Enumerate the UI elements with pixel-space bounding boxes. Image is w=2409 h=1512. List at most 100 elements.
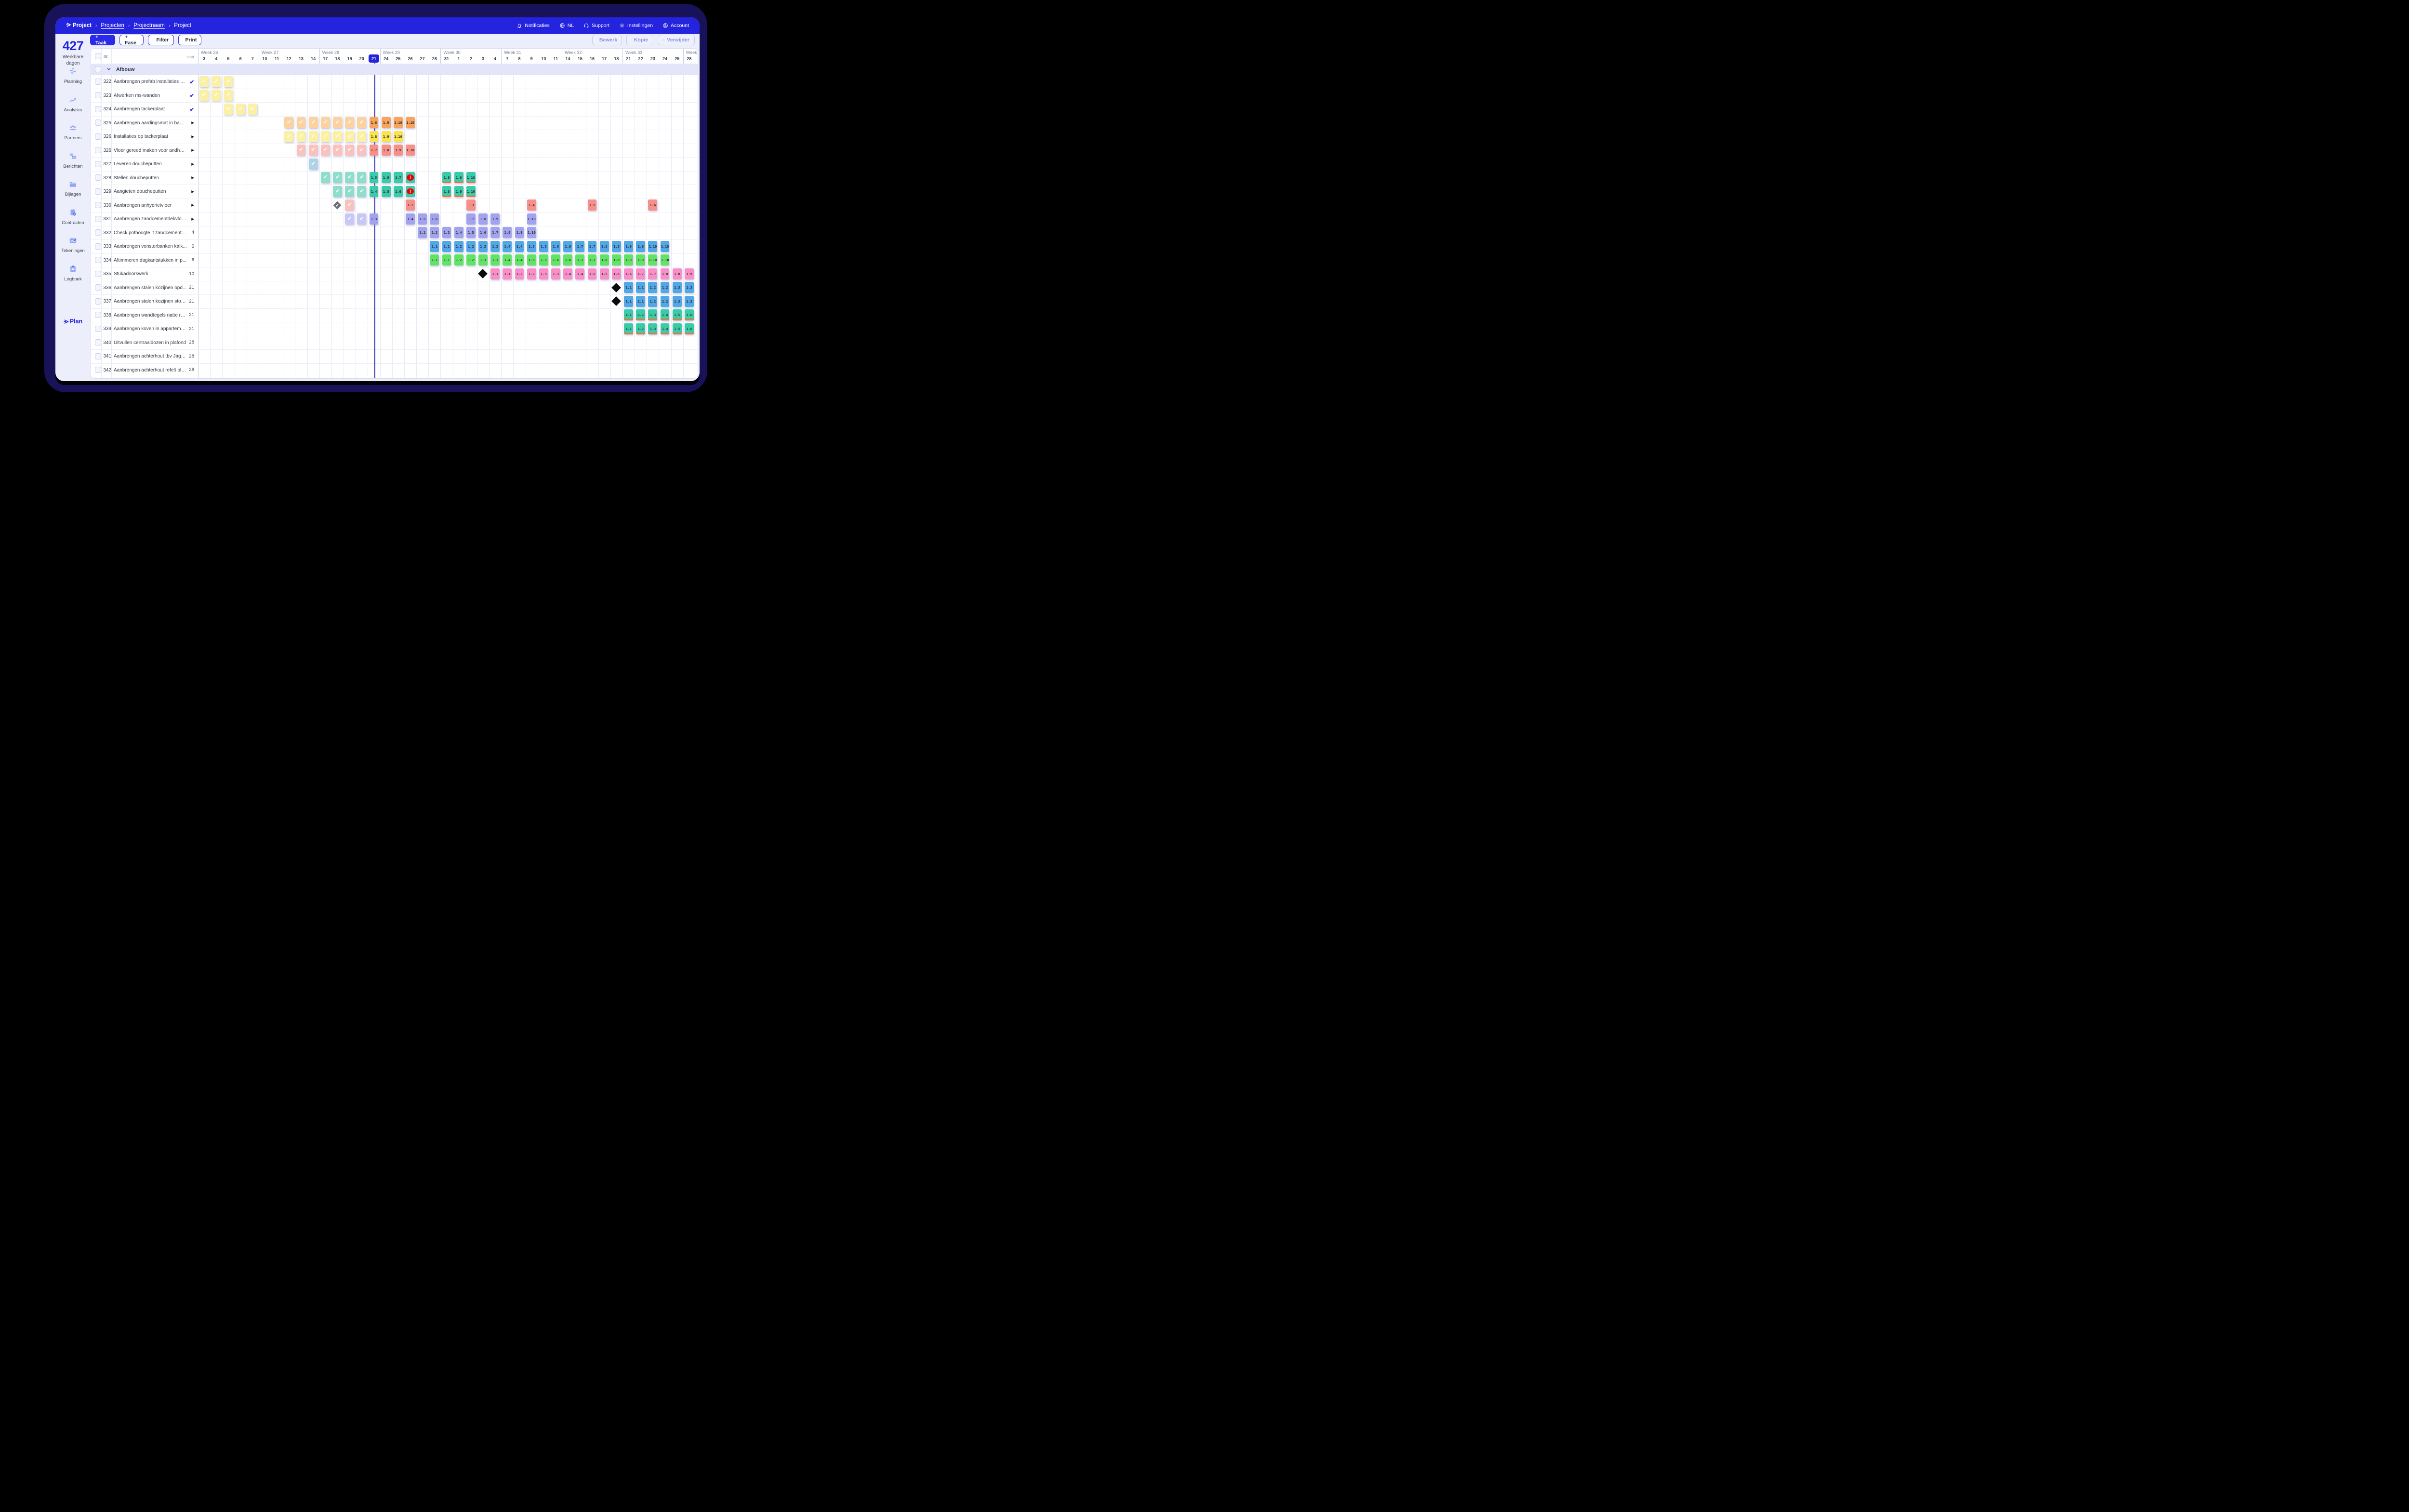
gantt-cell-label[interactable]: 1.2 [454,240,463,252]
gantt-cell-label[interactable]: 1.2 [406,199,415,211]
gantt-cell-label[interactable]: 1.1 [418,227,427,239]
gantt-cell-check[interactable]: ✔ [224,103,233,115]
gantt-cell-label[interactable]: 1.1 [624,323,633,334]
gantt-cell-label[interactable]: 1.5 [599,268,609,279]
day-header[interactable]: 3 [478,54,488,63]
row-checkbox[interactable] [95,119,101,126]
gantt-cell-label[interactable]: 1.9 [381,117,391,129]
day-header[interactable]: 4 [490,54,500,63]
gantt-cell-check[interactable]: ✔ [308,131,318,142]
gantt-cell-label[interactable]: 1.1 [636,282,646,293]
gantt-cell-label[interactable]: 1.4 [660,323,670,334]
gantt-cell-check[interactable]: ✔ [199,90,209,101]
gantt-cell-check[interactable]: ✔ [224,90,233,101]
gantt-cell-label[interactable]: 1.7 [636,268,646,279]
row-checkbox[interactable] [95,298,101,305]
gantt-cell-label[interactable]: 1.3 [685,295,694,307]
gantt-cell-label[interactable]: 1.6 [551,240,560,252]
gantt-cell-check[interactable]: ✔ [357,117,367,129]
gantt-cell-label[interactable]: 1.1 [430,240,439,252]
milestone-diamond[interactable] [611,282,622,292]
day-header[interactable]: 25 [672,54,682,63]
day-header[interactable]: 15 [575,54,585,63]
gantt-cell-check[interactable]: ✔ [357,213,367,225]
sidebar-item-contracten[interactable]: Contracten [55,209,91,225]
day-header[interactable]: 11 [272,54,282,63]
sidebar-item-tekeningen[interactable]: Tekeningen [55,237,91,253]
row-checkbox[interactable] [95,174,101,181]
topnav-item-account[interactable]: Account [662,23,689,28]
row-checkbox[interactable] [95,257,101,263]
gantt-cell-label[interactable]: 1.6 [624,268,633,279]
gantt-cell-label[interactable]: 1.2 [648,282,658,293]
task-status-in-progress[interactable]: ▶ [175,175,194,180]
gantt-cell-label[interactable]: 1.1 [442,240,451,252]
select-all-checkbox[interactable] [95,53,101,59]
gantt-cell-label[interactable]: 1.1 [442,254,451,266]
gantt-cell-check[interactable]: ✔ [320,131,330,142]
gantt-cell-label[interactable]: 1.5 [672,323,682,334]
gantt-cell-label[interactable]: 1.6 [563,240,573,252]
gantt-cell-check[interactable]: ✔ [345,186,355,197]
gantt-cell-label[interactable]: 1.1 [503,268,512,279]
gantt-cell-label[interactable]: 1.10 [466,186,476,197]
gantt-cell-label[interactable]: 1.8 [478,213,488,225]
gantt-cell-label[interactable]: 1.8 [660,268,670,279]
day-header[interactable]: 13 [296,54,306,63]
gantt-cell-label[interactable]: 1.5 [587,268,597,279]
gantt-cell-label[interactable]: 1.10 [648,254,658,266]
gantt-cell-label[interactable]: 1.8 [381,145,391,156]
day-header[interactable]: 7 [502,54,512,63]
day-header[interactable]: 1 [454,54,464,63]
day-header[interactable]: 8 [514,54,524,63]
gantt-cell-check[interactable]: ✔ [333,117,342,129]
gantt-cell-label[interactable]: 1.6 [685,309,694,321]
gantt-cell-label[interactable]: 1.7 [490,227,500,239]
day-header[interactable]: 18 [332,54,343,63]
gantt-cell-check[interactable]: ✔ [345,172,355,184]
row-checkbox[interactable] [95,325,101,332]
gantt-cell-label[interactable]: 1.6 [611,268,621,279]
gantt-cell-label[interactable]: 1.3 [478,254,488,266]
task-status-done[interactable]: ✔ [175,93,194,99]
day-header[interactable]: 27 [417,54,427,63]
day-header[interactable]: 12 [284,54,294,63]
gantt-cell-label[interactable]: 1.2 [660,295,670,307]
bewerk-button[interactable]: Bewerk [592,35,622,45]
gantt-cell-label[interactable]: 1.8 [442,172,451,184]
breadcrumb-link-projectnaam[interactable]: Projectnaam [133,23,165,28]
gantt-cell-label[interactable]: 1.3 [672,282,682,293]
gantt-cell-label[interactable]: 1.1 [624,295,633,307]
taak-button[interactable]: + Taak [90,34,115,46]
row-checkbox[interactable] [95,78,101,85]
row-checkbox[interactable] [95,147,101,153]
gantt-cell-label[interactable]: 1.7 [587,240,597,252]
gantt-cell-label[interactable]: 1.5 [527,240,536,252]
day-header[interactable]: 3 [199,54,209,63]
gantt-cell-label[interactable]: 1.10 [527,213,536,225]
gantt-cell-check[interactable]: ✔ [333,145,342,156]
gantt-cell-label[interactable]: 1.6 [430,213,439,225]
gantt-cell-label[interactable]: 1.3 [672,295,682,307]
gantt-cell-check[interactable]: ✔ [320,117,330,129]
gantt-cell-label[interactable]: 1.8 [611,254,621,266]
gantt-cell-label[interactable]: 1.9 [454,186,463,197]
row-checkbox[interactable] [95,92,101,98]
gantt-cell-label[interactable]: 1.5 [539,254,548,266]
gantt-cell-check[interactable]: ✔ [345,199,355,211]
row-checkbox[interactable] [95,367,101,373]
sidebar-item-partners[interactable]: Partners [55,124,91,141]
gantt-cell-check[interactable]: ✔ [308,145,318,156]
day-header[interactable]: 21 [623,54,634,63]
day-header[interactable]: 28 [429,54,439,63]
gantt-cell-label[interactable]: 1.5 [672,309,682,321]
gantt-cell-label[interactable]: 1.3 [478,240,488,252]
gantt-cell-label[interactable]: 1.3 [685,282,694,293]
gantt-cell-label[interactable]: 1.10 [393,131,403,142]
sidebar-item-bijlagen[interactable]: Bijlagen [55,180,91,197]
row-checkbox[interactable] [95,229,101,236]
fase-button[interactable]: + Fase [119,34,144,46]
gantt-cell-label[interactable]: 1.9 [381,131,391,142]
gantt-cell-label[interactable]: 1.9 [685,268,694,279]
task-status-in-progress[interactable]: ▶ [175,120,194,125]
